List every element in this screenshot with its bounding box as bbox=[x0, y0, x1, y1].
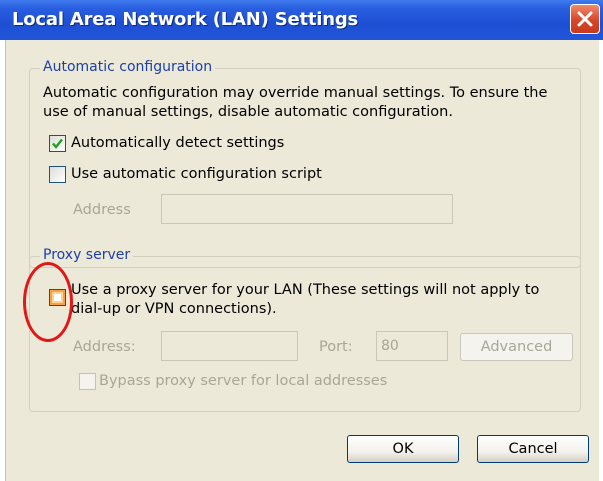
port-label: Port: bbox=[319, 339, 353, 355]
check-mark-icon bbox=[52, 138, 63, 149]
proxy-address-input[interactable] bbox=[161, 331, 298, 361]
auto-config-script-checkbox[interactable] bbox=[49, 166, 66, 183]
bypass-local-checkbox[interactable] bbox=[79, 373, 96, 390]
lan-settings-dialog: Local Area Network (LAN) Settings Automa… bbox=[0, 0, 603, 481]
proxy-server-label: Proxy server bbox=[40, 247, 134, 263]
bypass-local-label[interactable]: Bypass proxy server for local addresses bbox=[99, 373, 387, 389]
title-bar[interactable]: Local Area Network (LAN) Settings bbox=[0, 0, 603, 40]
proxy-address-label: Address: bbox=[73, 339, 136, 355]
cancel-button[interactable]: Cancel bbox=[477, 435, 589, 463]
window-title: Local Area Network (LAN) Settings bbox=[12, 9, 359, 30]
auto-detect-label[interactable]: Automatically detect settings bbox=[71, 135, 284, 151]
auto-config-description-line1: Automatic configuration may override man… bbox=[43, 85, 548, 101]
automatic-configuration-label: Automatic configuration bbox=[40, 59, 216, 75]
script-address-input[interactable] bbox=[161, 194, 453, 224]
highlight-circle bbox=[23, 262, 73, 342]
dialog-body: Automatic configuration Automatic config… bbox=[5, 40, 599, 481]
auto-config-script-label[interactable]: Use automatic configuration script bbox=[71, 166, 322, 182]
advanced-button[interactable]: Advanced bbox=[460, 333, 573, 361]
port-input[interactable]: 80 bbox=[376, 331, 448, 361]
auto-config-description-line2: use of manual settings, disable automati… bbox=[43, 104, 453, 120]
port-value: 80 bbox=[381, 338, 399, 354]
auto-detect-checkbox[interactable] bbox=[49, 135, 66, 152]
use-proxy-label-line1[interactable]: Use a proxy server for your LAN (These s… bbox=[71, 282, 539, 298]
use-proxy-label-line2[interactable]: dial-up or VPN connections). bbox=[71, 301, 277, 317]
close-button[interactable] bbox=[570, 4, 600, 34]
close-icon bbox=[577, 11, 593, 27]
script-address-label: Address bbox=[73, 202, 131, 218]
ok-button[interactable]: OK bbox=[347, 435, 459, 463]
